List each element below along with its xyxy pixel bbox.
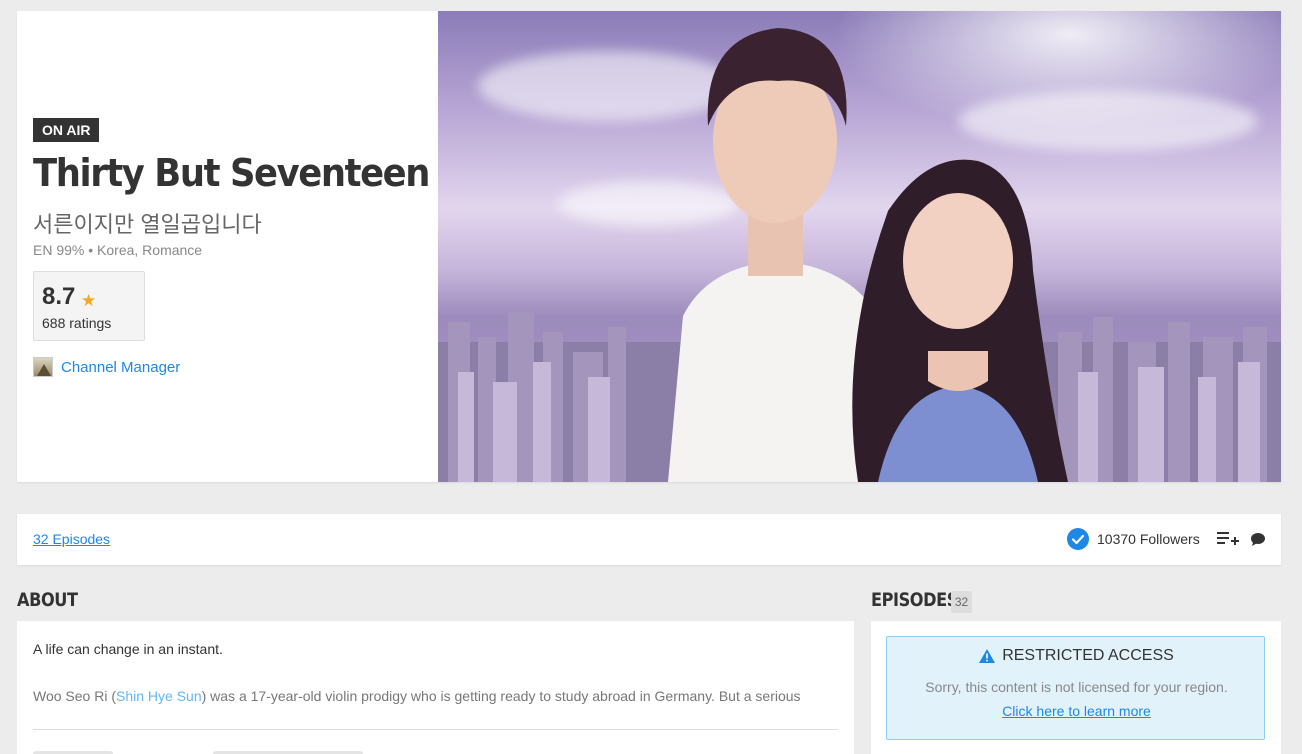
restricted-title: RESTRICTED ACCESS [1002, 647, 1174, 664]
check-circle-icon[interactable] [1067, 528, 1089, 550]
about-desc-suffix: ) was a 17-year-old violin prodigy who i… [201, 688, 801, 704]
followers-count: 10370 Followers [1097, 531, 1200, 547]
about-card: A life can change in an instant. Woo Seo… [17, 621, 854, 754]
restricted-message: Sorry, this content is not licensed for … [925, 679, 1228, 695]
show-hero: ON AIR Thirty But Seventeen 서른이지만 열일곱입니다… [17, 11, 1281, 482]
show-native-title: 서른이지만 열일곱입니다 [33, 212, 262, 237]
about-description: Woo Seo Ri (Shin Hye Sun) was a 17-year-… [33, 688, 838, 704]
about-fade-overlay [17, 705, 854, 727]
rating-box: 8.7 ★ 688 ratings [33, 271, 145, 341]
show-title: Thirty But Seventeen [33, 151, 430, 195]
about-divider [33, 729, 838, 730]
on-air-badge: ON AIR [33, 118, 100, 142]
warning-icon [979, 649, 996, 663]
about-tagline: A life can change in an instant. [33, 641, 223, 657]
episodes-count-badge: 32 [951, 591, 972, 613]
actor-link[interactable]: Shin Hye Sun [116, 688, 202, 704]
episodes-heading: EPISODES [871, 589, 958, 611]
show-meta: EN 99% • Korea, Romance [33, 242, 203, 258]
cloud-shape [958, 91, 1258, 151]
show-info-panel: ON AIR Thirty But Seventeen 서른이지만 열일곱입니다… [17, 11, 438, 482]
rating-value: 8.7 [42, 283, 76, 310]
ratings-count: 688 ratings [42, 315, 112, 331]
restricted-access-notice: RESTRICTED ACCESS Sorry, this content is… [886, 636, 1265, 740]
star-icon: ★ [81, 291, 97, 310]
faded-text-placeholder [33, 751, 363, 754]
show-poster-image [438, 11, 1281, 482]
female-lead-figure [852, 159, 1068, 482]
channel-avatar[interactable] [33, 357, 53, 377]
show-action-bar: 32 Episodes 10370 Followers [17, 514, 1281, 565]
episodes-link[interactable]: 32 Episodes [33, 531, 110, 547]
channel-manager-link[interactable]: Channel Manager [61, 359, 180, 376]
learn-more-link[interactable]: Click here to learn more [887, 703, 1266, 719]
about-desc-prefix: Woo Seo Ri ( [33, 688, 116, 704]
comment-icon[interactable] [1250, 532, 1266, 547]
channel-manager[interactable]: Channel Manager [33, 357, 180, 377]
restricted-header: RESTRICTED ACCESS [887, 647, 1266, 665]
playlist-add-icon[interactable] [1217, 529, 1239, 549]
about-heading: ABOUT [17, 589, 78, 611]
episodes-card: RESTRICTED ACCESS Sorry, this content is… [871, 621, 1281, 754]
